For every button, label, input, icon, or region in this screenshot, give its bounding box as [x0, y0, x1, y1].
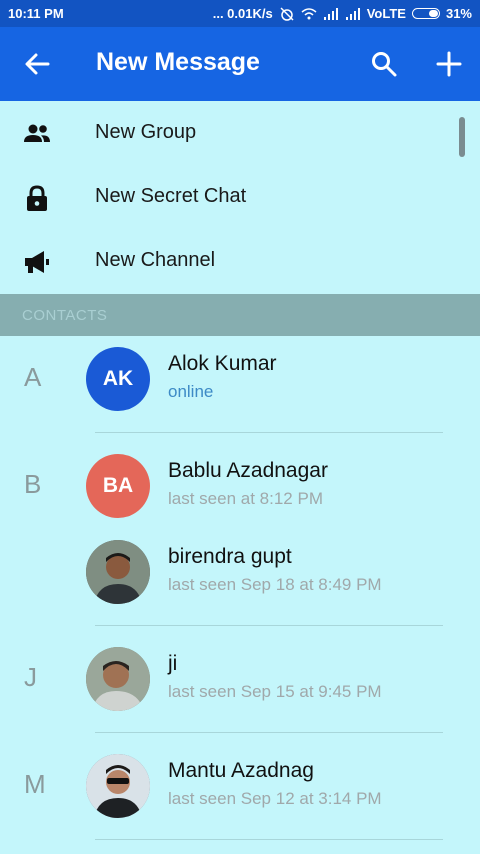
menu-label: New Group	[95, 121, 197, 143]
person-photo-icon	[86, 647, 150, 711]
status-time: 10:11 PM	[8, 6, 64, 21]
person-photo-icon	[86, 540, 150, 604]
alarm-off-icon	[280, 6, 294, 21]
wifi-icon	[301, 7, 317, 19]
battery-percent: 31%	[445, 6, 472, 21]
divider	[95, 839, 443, 840]
megaphone-icon	[25, 251, 49, 273]
contact-row[interactable]: J ji last seen Sep 15 at 9:45 PM	[0, 636, 480, 726]
network-speed: ... 0.01K/s	[212, 6, 273, 21]
person-photo-icon	[86, 754, 150, 818]
contact-name: Mantu Azadnag	[168, 759, 314, 782]
contact-status: last seen Sep 15 at 9:45 PM	[168, 682, 382, 701]
index-letter: J	[24, 662, 37, 692]
page-title: New Message	[96, 48, 260, 76]
menu-label: New Channel	[95, 249, 216, 271]
contact-status: last seen at 8:12 PM	[168, 489, 323, 508]
status-bar: 10:11 PM ... 0.01K/s VoLTE 31%	[0, 0, 480, 27]
contact-name: Alok Kumar	[168, 352, 277, 375]
contact-row[interactable]: B BA Bablu Azadnagar last seen at 8:12 P…	[0, 443, 480, 533]
contact-name: ji	[168, 652, 178, 675]
contact-status: online	[168, 382, 214, 401]
contact-name: birendra gupt	[168, 545, 292, 568]
avatar: BA	[86, 454, 150, 518]
new-secret-chat-item[interactable]: New Secret Chat	[0, 165, 480, 229]
avatar-photo	[86, 754, 150, 818]
battery-icon	[411, 8, 440, 19]
divider	[95, 625, 443, 626]
menu-label: New Secret Chat	[95, 185, 247, 207]
avatar-photo	[86, 540, 150, 604]
search-icon[interactable]	[369, 49, 399, 79]
contact-status: last seen Sep 18 at 8:49 PM	[168, 575, 382, 594]
contact-row[interactable]: M Mantu Azadnag last seen Sep 12 at 3:14…	[0, 743, 480, 833]
app-bar: New Message	[0, 27, 480, 101]
add-icon[interactable]	[434, 49, 464, 79]
avatar: AK	[86, 347, 150, 411]
scrollbar[interactable]	[459, 117, 465, 157]
signal-icon	[323, 7, 338, 20]
index-letter: A	[24, 362, 42, 392]
index-letter: M	[24, 769, 46, 799]
signal-icon-2	[345, 7, 360, 20]
divider	[95, 432, 443, 433]
new-group-item[interactable]: New Group	[0, 101, 480, 165]
section-header-label: CONTACTS	[22, 307, 108, 324]
index-letter: B	[24, 469, 42, 499]
back-arrow-icon[interactable]	[22, 49, 52, 79]
contact-row[interactable]: A AK Alok Kumar online	[0, 336, 480, 426]
contact-row[interactable]: birendra gupt last seen Sep 18 at 8:49 P…	[0, 529, 480, 619]
contact-name: Bablu Azadnagar	[168, 459, 328, 482]
new-channel-item[interactable]: New Channel	[0, 229, 480, 293]
group-icon	[24, 124, 50, 142]
lock-icon	[27, 185, 47, 211]
contact-status: last seen Sep 12 at 3:14 PM	[168, 789, 382, 808]
divider	[95, 732, 443, 733]
volte-label: VoLTE	[366, 6, 406, 21]
contacts-section-header: CONTACTS	[0, 294, 480, 336]
status-icons: ... 0.01K/s VoLTE 31%	[213, 6, 472, 21]
avatar-photo	[86, 647, 150, 711]
